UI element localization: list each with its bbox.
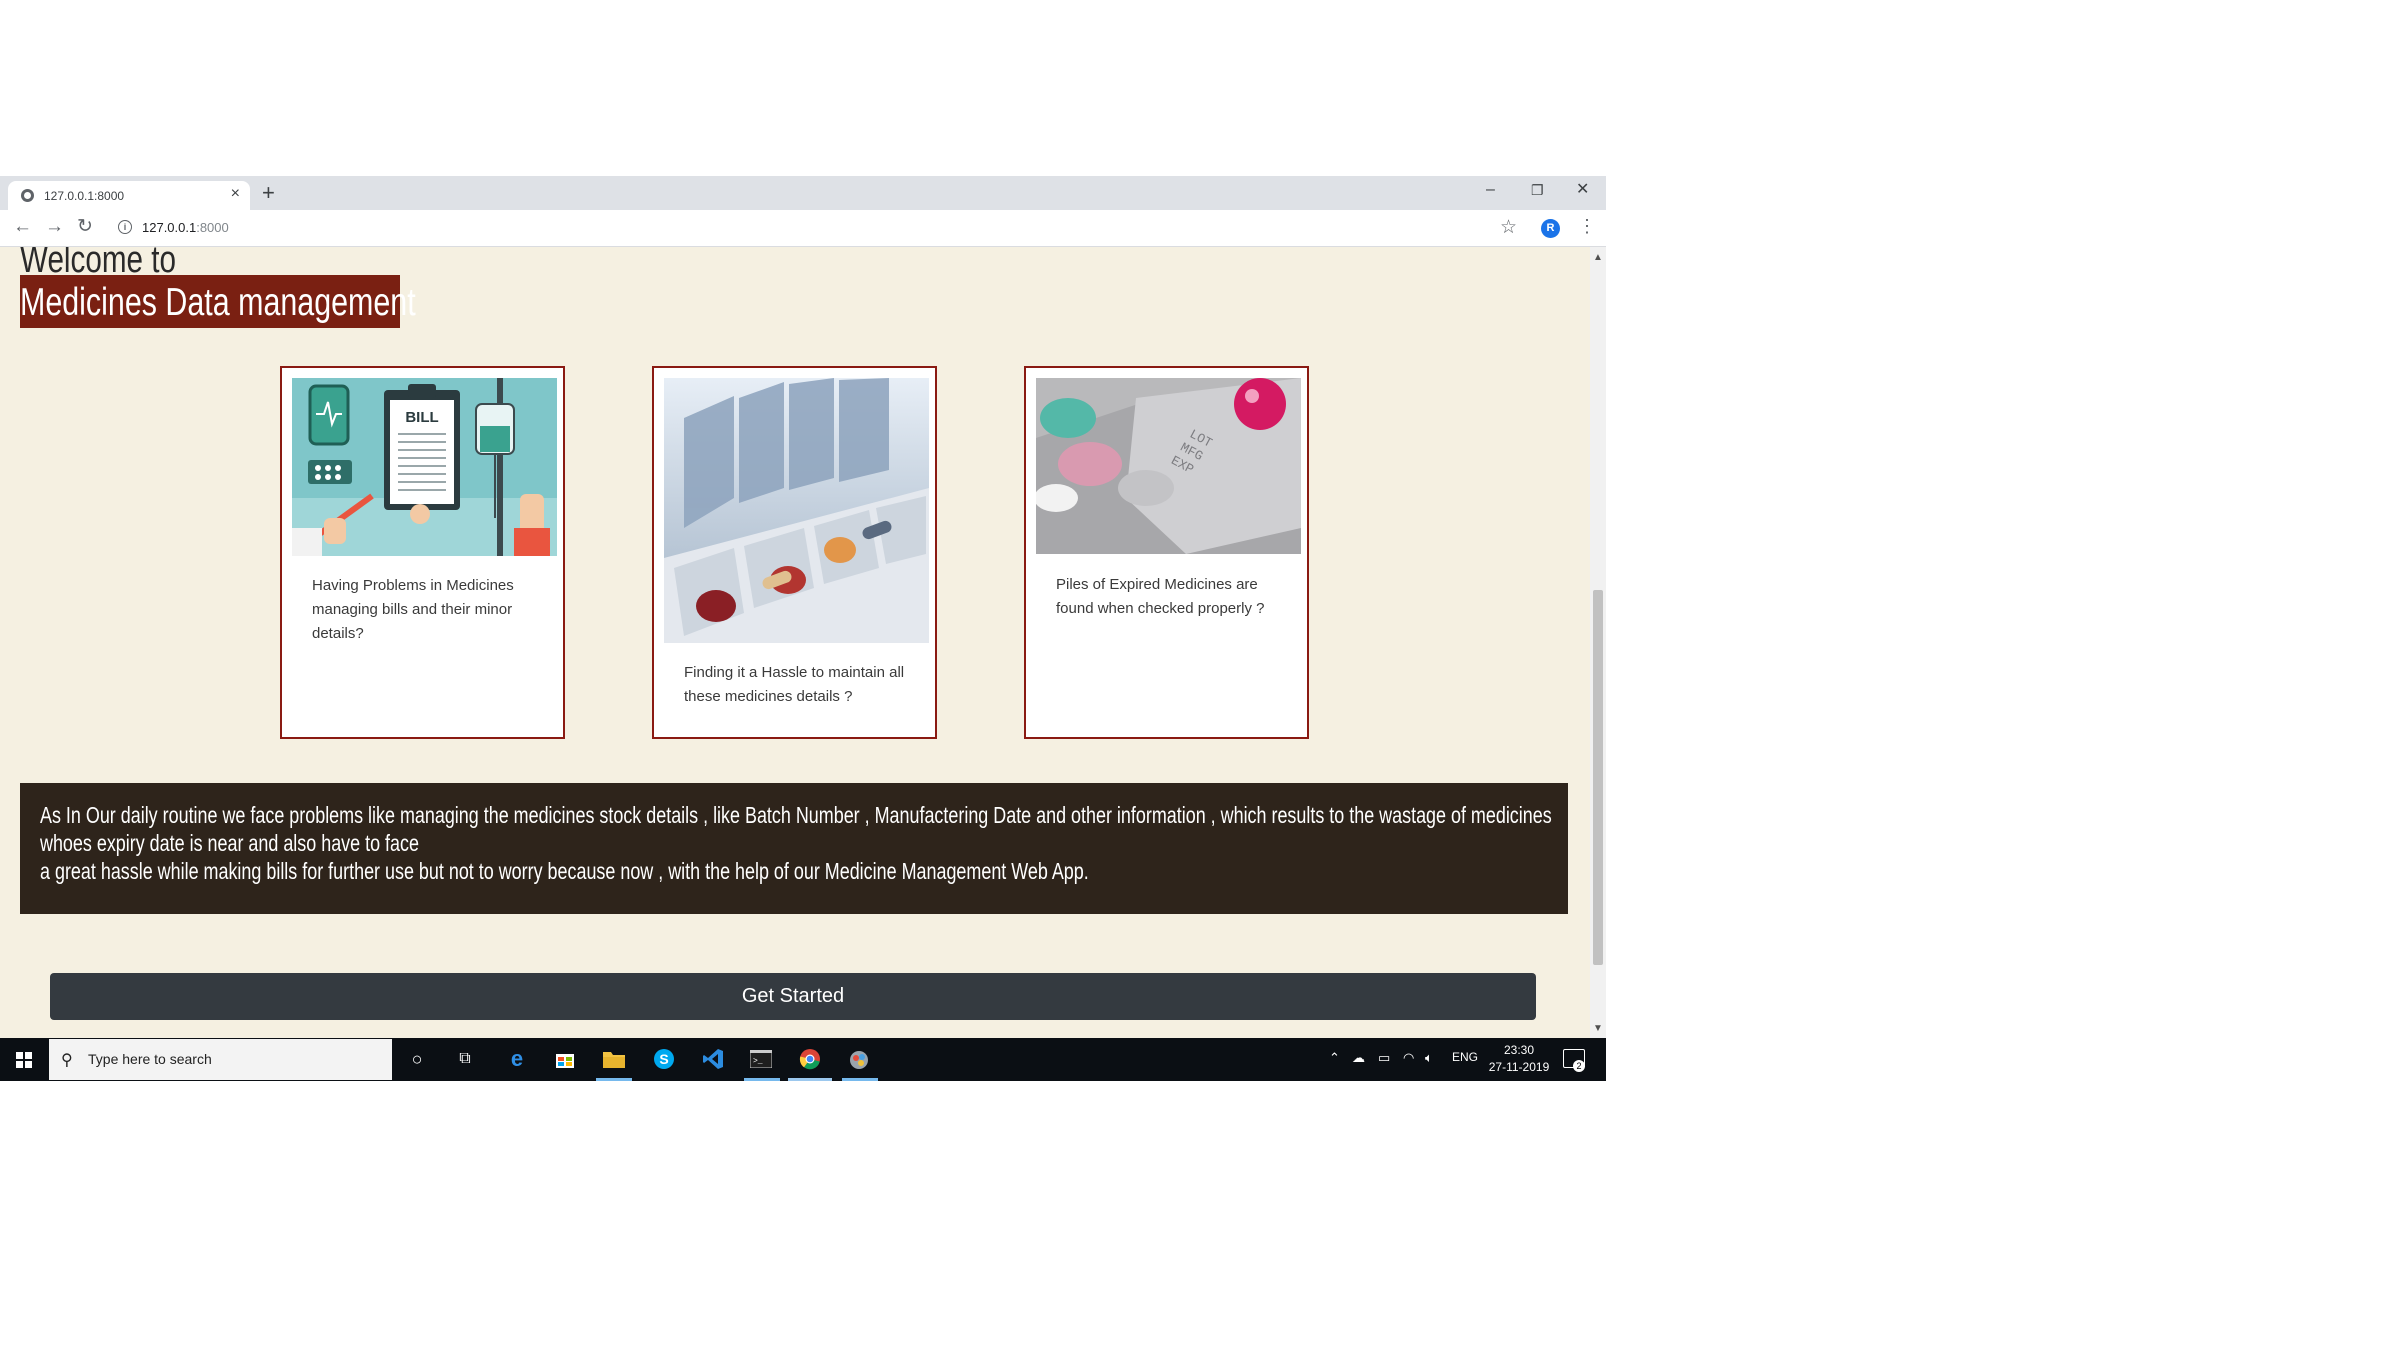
card-bills: BILL Having Problems in Medicines managi… (280, 366, 565, 739)
restore-button[interactable]: ❐ (1531, 180, 1544, 200)
back-icon[interactable]: ← (13, 216, 32, 238)
new-tab-button[interactable]: + (262, 181, 275, 205)
windows-start-icon[interactable] (16, 1052, 32, 1068)
bookmark-star-icon[interactable]: ☆ (1500, 216, 1517, 239)
edge-icon[interactable]: e (504, 1046, 530, 1072)
medical-bill-illustration: BILL (292, 378, 557, 556)
pill-organizer-photo (664, 378, 929, 643)
clock-time: 23:30 (1503, 1043, 1535, 1057)
close-window-button[interactable]: ✕ (1576, 180, 1589, 200)
tab-strip: 127.0.0.1:8000 × + – ❐ ✕ (0, 176, 1606, 210)
clock-date: 27-11-2019 (1488, 1060, 1550, 1074)
onedrive-icon[interactable]: ☁ (1352, 1050, 1365, 1066)
info-panel: As In Our daily routine we face problems… (20, 783, 1568, 914)
file-explorer-icon[interactable] (601, 1046, 627, 1072)
menu-kebab-icon[interactable]: ⋮ (1578, 216, 1596, 237)
volume-icon[interactable]: 🔈︎ (1425, 1050, 1433, 1066)
wifi-icon[interactable]: ◠ (1403, 1050, 1414, 1066)
card-maintain: Finding it a Hassle to maintain all thes… (652, 366, 937, 739)
windows-taskbar: ⚲ Type here to search ○ ⧉ e S >_ ⌃ ☁ ▭ ◠… (0, 1038, 1606, 1081)
get-started-button[interactable]: Get Started (50, 973, 1536, 1020)
store-icon[interactable] (552, 1046, 578, 1072)
card-caption: Finding it a Hassle to maintain all thes… (684, 664, 905, 705)
minimize-button[interactable]: – (1486, 180, 1495, 200)
language-indicator[interactable]: ENG (1452, 1050, 1478, 1064)
browser-toolbar: ← → ↻ i 127.0.0.1:8000 ☆ R ⋮ (0, 210, 1606, 247)
taskbar-search[interactable]: ⚲ Type here to search (49, 1039, 392, 1080)
scroll-down-icon[interactable]: ▼ (1593, 1024, 1603, 1034)
title-banner: Medicines Data management (20, 275, 416, 328)
notification-badge: 2 (1573, 1060, 1585, 1072)
card-caption: Having Problems in Medicines managing bi… (312, 577, 514, 642)
forward-icon[interactable]: → (45, 216, 64, 238)
url-port: :8000 (196, 220, 229, 235)
page-title: Medicines Data management (20, 281, 416, 324)
page-viewport: Welcome to Medicines Data management BIL… (0, 247, 1590, 1038)
browser-tab[interactable]: 127.0.0.1:8000 × (8, 181, 250, 210)
taskbar-clock[interactable]: 23:30 27-11-2019 (1484, 1042, 1554, 1076)
terminal-icon[interactable]: >_ (748, 1046, 774, 1072)
info-line: a great hassle while making bills for fu… (40, 858, 1089, 884)
page-scrollbar[interactable]: ▲ ▼ (1590, 247, 1606, 1038)
active-indicator (744, 1078, 780, 1081)
app-icon[interactable] (846, 1046, 872, 1072)
chevron-up-icon[interactable]: ⌃ (1329, 1050, 1340, 1066)
skype-icon[interactable]: S (651, 1046, 677, 1072)
tab-title: 127.0.0.1:8000 (44, 189, 125, 203)
globe-icon (21, 189, 34, 202)
browser-window: 127.0.0.1:8000 × + – ❐ ✕ ← → ↻ i 127.0.0… (0, 176, 1606, 1081)
profile-avatar[interactable]: R (1541, 219, 1560, 238)
active-indicator (596, 1078, 632, 1081)
scrollbar-thumb[interactable] (1593, 590, 1603, 965)
url-host: 127.0.0.1 (142, 220, 197, 235)
close-tab-icon[interactable]: × (231, 186, 240, 202)
task-view-icon[interactable]: ⧉ (452, 1046, 478, 1072)
active-indicator (842, 1078, 878, 1081)
svg-text:S: S (659, 1051, 668, 1067)
info-icon[interactable]: i (118, 220, 132, 234)
address-bar[interactable]: 127.0.0.1:8000 (142, 220, 229, 235)
card-expired: LOT MFG EXP Piles of Expired Medicines a… (1024, 366, 1309, 739)
scroll-up-icon[interactable]: ▲ (1593, 253, 1603, 263)
vscode-icon[interactable] (700, 1046, 726, 1072)
search-placeholder: Type here to search (88, 1051, 212, 1067)
card-caption: Piles of Expired Medicines are found whe… (1056, 576, 1265, 617)
chrome-icon[interactable] (797, 1046, 823, 1072)
reload-icon[interactable]: ↻ (77, 216, 93, 238)
info-line: As In Our daily routine we face problems… (40, 802, 1552, 828)
info-text: As In Our daily routine we face problems… (40, 801, 1561, 885)
svg-text:>_: >_ (753, 1057, 763, 1066)
bill-label: BILL (405, 409, 438, 426)
battery-icon[interactable]: ▭ (1378, 1050, 1390, 1066)
info-line: whoes expiry date is near and also have … (40, 830, 419, 856)
expired-blister-pack-photo: LOT MFG EXP (1036, 378, 1301, 554)
active-indicator (788, 1078, 832, 1081)
cortana-icon[interactable]: ○ (404, 1046, 430, 1072)
search-icon: ⚲ (61, 1052, 73, 1069)
